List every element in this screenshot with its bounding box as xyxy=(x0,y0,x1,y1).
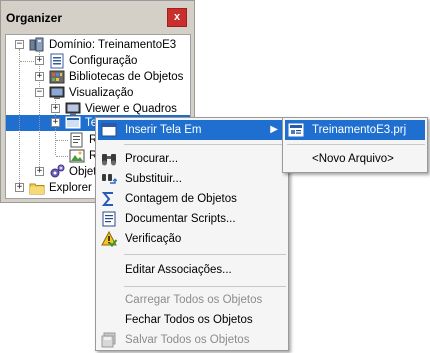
menu-item-label: Carregar Todos os Objetos xyxy=(125,294,263,306)
submenu-item-novo-arquivo[interactable]: <Novo Arquivo> xyxy=(285,149,425,169)
menu-separator xyxy=(124,286,286,287)
tree-item-domain[interactable]: − Domínio: TreinamentoE3 xyxy=(6,37,190,53)
report-image-icon xyxy=(69,149,85,163)
close-button[interactable]: x xyxy=(167,8,187,27)
screen-icon xyxy=(65,116,81,129)
menu-item-label: Fechar Todos os Objetos xyxy=(125,314,253,326)
expand-toggle[interactable]: + xyxy=(35,72,44,81)
expand-toggle[interactable]: + xyxy=(51,118,60,127)
menu-item-label: Editar Associações... xyxy=(125,264,232,276)
save-all-icon xyxy=(101,332,116,348)
tree-connector xyxy=(20,61,34,62)
menu-item-fechar-todos[interactable]: Fechar Todos os Objetos xyxy=(98,310,286,330)
tree-connector xyxy=(56,140,68,141)
tree-item-label: Visualização xyxy=(69,87,134,99)
document-icon xyxy=(102,211,116,227)
config-icon xyxy=(50,53,64,69)
menu-item-carregar-todos[interactable]: Carregar Todos os Objetos xyxy=(98,290,286,310)
submenu: TreinamentoE3.prj <Novo Arquivo> xyxy=(282,117,428,173)
expand-toggle[interactable]: + xyxy=(35,56,44,65)
submenu-item-label: TreinamentoE3.prj xyxy=(312,124,407,136)
menu-item-editar-associacoes[interactable]: Editar Associações... xyxy=(98,260,286,280)
organizer-title-bar: Organizer x xyxy=(1,1,194,34)
tree-item-label: Explorer xyxy=(49,182,92,194)
menu-item-procurar[interactable]: Procurar... xyxy=(98,149,286,169)
menu-separator xyxy=(287,144,425,145)
menu-item-documentar-scripts[interactable]: Documentar Scripts... xyxy=(98,209,286,229)
tree-item-configuracao[interactable]: + Configuração xyxy=(6,53,190,69)
menu-item-label: Salvar Todos os Objetos xyxy=(125,334,250,346)
organizer-title: Organizer xyxy=(6,11,63,25)
close-icon: x xyxy=(173,11,181,23)
menu-item-contagem-de-objetos[interactable]: Contagem de Objetos xyxy=(98,189,286,209)
library-icon xyxy=(49,70,65,84)
window-icon xyxy=(101,123,117,137)
collapse-toggle[interactable]: − xyxy=(35,88,44,97)
warning-check-icon xyxy=(101,231,117,247)
menu-separator xyxy=(124,144,286,145)
report-icon xyxy=(70,132,83,148)
tree-item-label: Domínio: TreinamentoE3 xyxy=(49,39,177,51)
menu-item-salvar-todos[interactable]: Salvar Todos os Objetos xyxy=(98,330,286,350)
visualization-icon xyxy=(49,86,65,99)
sigma-icon xyxy=(101,192,113,206)
tree-item-bibliotecas[interactable]: + Bibliotecas de Objetos xyxy=(6,69,190,85)
menu-item-label: Verificação xyxy=(125,233,182,245)
tree-item-label: Configuração xyxy=(69,55,138,67)
submenu-item-treinamentoe3-prj[interactable]: TreinamentoE3.prj xyxy=(285,120,425,140)
folder-icon xyxy=(29,183,45,195)
context-menu: Inserir Tela Em ▶ Procurar... Substituir… xyxy=(95,117,289,351)
menu-item-label: Inserir Tela Em xyxy=(125,124,202,136)
menu-item-inserir-tela-em[interactable]: Inserir Tela Em ▶ xyxy=(98,120,286,140)
menu-item-verificacao[interactable]: Verificação xyxy=(98,229,286,249)
binoculars-icon xyxy=(102,154,116,166)
tree-connector xyxy=(56,156,68,157)
expand-toggle[interactable]: + xyxy=(15,183,24,192)
menu-separator xyxy=(124,254,286,255)
domain-icon xyxy=(29,37,44,52)
project-icon xyxy=(288,123,304,137)
menu-item-label: Procurar... xyxy=(125,153,179,165)
menu-item-substituir[interactable]: Substituir... xyxy=(98,169,286,189)
expand-toggle[interactable]: + xyxy=(51,104,60,113)
menu-item-label: Contagem de Objetos xyxy=(125,193,237,205)
submenu-item-label: <Novo Arquivo> xyxy=(312,153,394,165)
submenu-arrow-icon: ▶ xyxy=(270,124,278,135)
tree-item-label: Bibliotecas de Objetos xyxy=(69,71,184,83)
objects-icon xyxy=(50,164,65,178)
tree-item-visualizacao[interactable]: − Visualização xyxy=(6,85,190,101)
expand-toggle[interactable]: + xyxy=(35,167,44,176)
menu-item-label: Substituir... xyxy=(125,173,182,185)
menu-item-label: Documentar Scripts... xyxy=(125,213,236,225)
collapse-toggle[interactable]: − xyxy=(15,40,24,49)
replace-icon xyxy=(102,174,117,184)
